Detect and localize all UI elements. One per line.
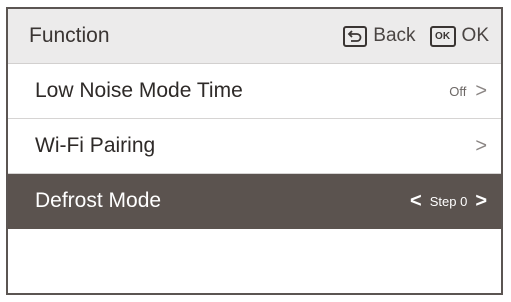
chevron-right-icon[interactable]: > — [475, 191, 487, 211]
function-menu-screen: Function Back OK OK Low Noise Mode Time … — [6, 7, 503, 295]
back-label[interactable]: Back — [373, 25, 415, 47]
chevron-right-icon: > — [475, 80, 487, 102]
menu-item-value: Off — [449, 83, 467, 99]
menu-item-label: Wi-Fi Pairing — [35, 134, 156, 157]
menu-item-label: Defrost Mode — [35, 189, 162, 212]
chevron-left-icon[interactable]: < — [410, 191, 422, 211]
menu-item-label: Low Noise Mode Time — [35, 79, 243, 102]
page-title: Function — [29, 24, 110, 47]
menu-item-value: Step 0 — [429, 193, 468, 209]
menu-item-defrost-mode[interactable]: Defrost Mode < Step 0 > — [8, 174, 501, 229]
chevron-right-icon: > — [475, 135, 487, 157]
ok-label[interactable]: OK — [462, 25, 489, 47]
back-icon[interactable] — [343, 25, 368, 47]
ok-icon[interactable]: OK — [429, 25, 456, 47]
menu-item-low-noise-mode-time[interactable]: Low Noise Mode Time Off > — [8, 64, 501, 119]
header-bar: Function Back OK OK — [8, 9, 501, 64]
header-actions: Back OK OK — [343, 25, 489, 47]
menu-item-wifi-pairing[interactable]: Wi-Fi Pairing > — [8, 119, 501, 174]
